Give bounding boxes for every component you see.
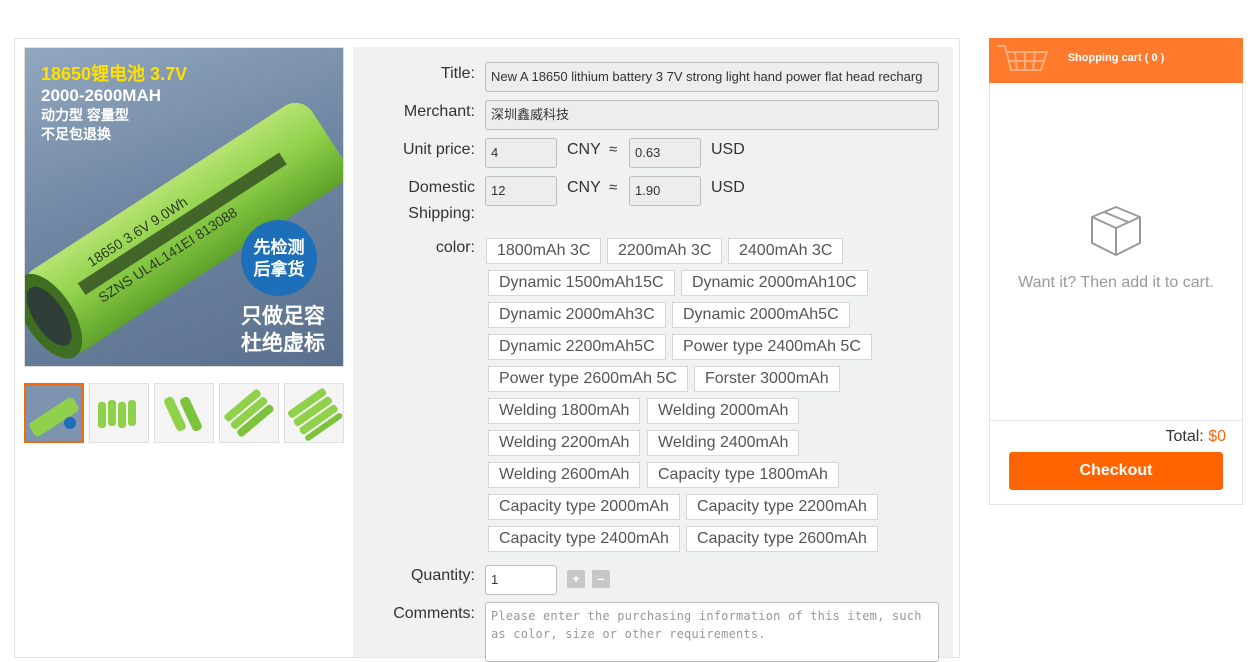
- color-option-21[interactable]: Capacity type 2600mAh: [686, 526, 878, 552]
- shipping-label-line2: Shipping:: [408, 205, 475, 222]
- merchant-field[interactable]: 深圳鑫威科技: [485, 100, 939, 130]
- quantity-increase-button[interactable]: +: [567, 570, 585, 588]
- image-type: 动力型 容量型: [41, 107, 129, 123]
- unit-price-usd-unit: USD: [711, 141, 745, 158]
- cart-title: Shopping cart ( 0 ): [1067, 52, 1165, 64]
- color-option-10[interactable]: Power type 2600mAh 5C: [488, 366, 688, 392]
- unit-price-label: Unit price:: [402, 141, 475, 158]
- color-option-19[interactable]: Capacity type 2200mAh: [686, 494, 878, 520]
- color-option-12[interactable]: Welding 1800mAh: [488, 398, 641, 424]
- shipping-usd-unit: USD: [711, 179, 745, 196]
- thumbnail-5[interactable]: [284, 383, 344, 443]
- main-product-image[interactable]: 18650 3.6V 9.0Wh SZNS UL4L141EI 813088 1…: [24, 47, 344, 367]
- badge-circle: [241, 220, 317, 296]
- image-capacity: 2000-2600MAH: [41, 86, 161, 105]
- thumbnail-selected-arrow: [49, 383, 61, 384]
- color-option-6[interactable]: Dynamic 2000mAh3C: [488, 302, 666, 328]
- color-option-14[interactable]: Welding 2200mAh: [488, 430, 641, 456]
- color-option-8[interactable]: Dynamic 2200mAh5C: [488, 334, 666, 360]
- color-option-17[interactable]: Capacity type 1800mAh: [647, 462, 839, 488]
- thumbnail-1[interactable]: [24, 383, 84, 443]
- color-option-2[interactable]: 2200mAh 3C: [607, 238, 723, 264]
- cart-total-label: Total:: [1165, 428, 1204, 445]
- unit-price-cny-field[interactable]: 4: [485, 138, 557, 168]
- thumbnail-1-image: [26, 385, 82, 441]
- color-option-3[interactable]: 2400mAh 3C: [728, 238, 844, 264]
- image-guarantee: 不足包退换: [41, 126, 112, 142]
- shopping-cart-panel: Shopping cart ( 0 ) Want it? Then add it…: [989, 38, 1243, 505]
- product-info-panel: Title: New A 18650 lithium battery 3 7V …: [353, 47, 953, 662]
- color-option-13[interactable]: Welding 2000mAh: [647, 398, 800, 424]
- color-option-7[interactable]: Dynamic 2000mAh5C: [672, 302, 850, 328]
- cart-empty-message: Want it? Then add it to cart.: [1018, 274, 1214, 291]
- quantity-label: Quantity:: [410, 567, 475, 584]
- thumbnail-4[interactable]: [219, 383, 279, 443]
- cart-divider: [990, 420, 1242, 421]
- color-option-18[interactable]: Capacity type 2000mAh: [488, 494, 680, 520]
- title-field[interactable]: New A 18650 lithium battery 3 7V strong …: [485, 62, 939, 92]
- quantity-decrease-button[interactable]: –: [592, 570, 610, 588]
- thumbnail-5-image: [285, 384, 343, 442]
- color-option-11[interactable]: Forster 3000mAh: [694, 366, 840, 392]
- promo-line-1: 只做足容: [241, 304, 325, 328]
- color-label: color:: [435, 239, 475, 256]
- checkout-button[interactable]: Checkout: [1009, 452, 1223, 490]
- thumbnail-3-image: [155, 384, 213, 442]
- unit-price-cny-unit: CNY: [567, 141, 601, 158]
- unit-price-usd-field[interactable]: 0.63: [629, 138, 701, 168]
- color-option-20[interactable]: Capacity type 2400mAh: [488, 526, 680, 552]
- color-option-9[interactable]: Power type 2400mAh 5C: [672, 334, 872, 360]
- badge-line-1: 先检测: [254, 237, 305, 257]
- thumbnail-2-image: [90, 384, 148, 442]
- color-option-5[interactable]: Dynamic 2000mAh10C: [681, 270, 868, 296]
- quantity-input[interactable]: 1: [485, 565, 557, 595]
- color-option-15[interactable]: Welding 2400mAh: [647, 430, 800, 456]
- comments-label: Comments:: [393, 605, 475, 622]
- promo-line-2: 杜绝虚标: [241, 331, 325, 355]
- shipping-label-line1: Domestic: [408, 179, 475, 196]
- cart-header: Shopping cart ( 0 ): [989, 38, 1243, 83]
- merchant-label: Merchant:: [403, 103, 475, 120]
- image-headline: 18650锂电池 3.7V: [41, 63, 187, 84]
- cart-total-value: $0: [1208, 428, 1226, 445]
- color-option-4[interactable]: Dynamic 1500mAh15C: [488, 270, 675, 296]
- unit-price-approx: ≈: [609, 141, 618, 158]
- empty-box-icon: [1091, 206, 1141, 256]
- shipping-usd-field[interactable]: 1.90: [629, 176, 701, 206]
- battery-image: 18650 3.6V 9.0Wh SZNS UL4L141EI 813088 1…: [25, 63, 343, 359]
- thumbnail-2[interactable]: [89, 383, 149, 443]
- badge-line-2: 后拿货: [254, 259, 305, 279]
- shipping-cny-unit: CNY: [567, 179, 601, 196]
- comments-textarea[interactable]: Please enter the purchasing information …: [485, 602, 939, 662]
- cart-total-row: Total: $0: [1166, 428, 1227, 446]
- thumbnail-3[interactable]: [154, 383, 214, 443]
- shipping-approx: ≈: [609, 179, 618, 196]
- color-option-16[interactable]: Welding 2600mAh: [488, 462, 641, 488]
- shipping-cny-field[interactable]: 12: [485, 176, 557, 206]
- title-label: Title:: [440, 65, 475, 82]
- thumbnail-4-image: [220, 384, 278, 442]
- color-option-1[interactable]: 1800mAh 3C: [486, 238, 602, 264]
